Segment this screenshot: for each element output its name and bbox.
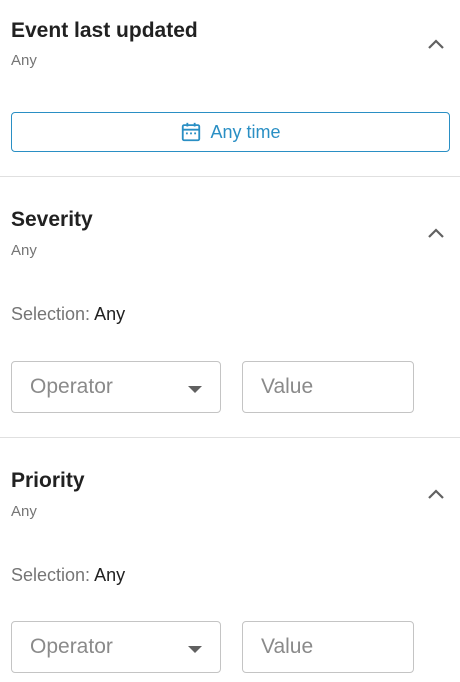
event-last-updated-section: Event last updated Any Any time (0, 0, 460, 177)
any-time-button[interactable]: Any time (11, 112, 450, 152)
selection-summary: Selection: Any (11, 565, 125, 586)
value-input[interactable]: Value (242, 361, 414, 413)
value-input[interactable]: Value (242, 621, 414, 673)
value-placeholder: Value (261, 375, 314, 398)
operator-dropdown[interactable]: Operator (11, 361, 221, 413)
chevron-up-icon[interactable] (424, 33, 448, 57)
caret-down-icon (188, 386, 202, 393)
section-subtitle: Any (11, 242, 37, 259)
chevron-up-icon[interactable] (424, 222, 448, 246)
selection-summary: Selection: Any (11, 304, 125, 325)
operator-placeholder: Operator (30, 375, 113, 398)
selection-label: Selection: (11, 565, 91, 585)
any-time-label: Any time (210, 121, 281, 142)
severity-section: Severity Any Selection: Any Operator Val… (0, 177, 460, 437)
calendar-icon (182, 122, 201, 142)
operator-dropdown[interactable]: Operator (11, 621, 221, 673)
chevron-up-icon[interactable] (424, 483, 448, 507)
section-title: Priority (11, 469, 85, 492)
caret-down-icon (188, 646, 202, 653)
section-subtitle: Any (11, 52, 37, 69)
section-subtitle: Any (11, 503, 37, 520)
section-title: Severity (11, 208, 93, 231)
selection-value: Any (94, 565, 126, 585)
priority-section: Priority Any Selection: Any Operator Val… (0, 438, 460, 682)
value-placeholder: Value (261, 635, 314, 658)
section-title: Event last updated (11, 19, 198, 42)
selection-label: Selection: (11, 304, 91, 324)
selection-value: Any (94, 304, 126, 324)
operator-placeholder: Operator (30, 635, 113, 658)
